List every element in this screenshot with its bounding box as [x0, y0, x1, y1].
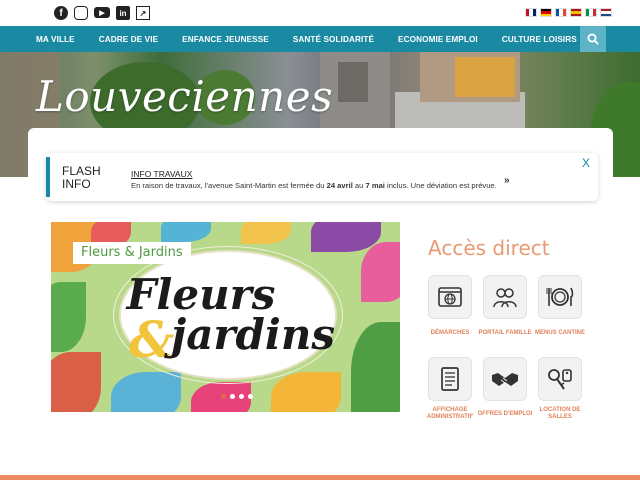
flag-en-icon[interactable]	[525, 8, 537, 17]
flash-text-b: au	[352, 181, 366, 190]
tile-affichage-administratif[interactable]	[428, 357, 472, 401]
flash-info-banner: FLASH INFO INFO TRAVAUX En raison de tra…	[46, 153, 598, 201]
slide-title-amp: &	[129, 310, 175, 369]
acces-direct-title: Accès direct	[428, 236, 550, 260]
top-bar: f ▶ in ↗	[0, 0, 640, 26]
search-icon	[587, 33, 599, 45]
nav-item-ma-ville[interactable]: MA VILLE	[36, 35, 75, 44]
flag-nl-icon[interactable]	[600, 8, 612, 17]
nav-item-sante-solidarite[interactable]: SANTÉ SOLIDARITÉ	[293, 35, 374, 44]
flash-text-c: inclus. Une déviation est prévue.	[384, 181, 497, 190]
facebook-icon[interactable]: f	[54, 6, 68, 20]
main-nav: MA VILLE CADRE DE VIE ENFANCE JEUNESSE S…	[0, 26, 640, 52]
close-icon[interactable]: X	[582, 156, 590, 170]
slider-dot-1[interactable]	[221, 394, 226, 399]
cutlery-plate-icon	[546, 287, 574, 306]
flash-title-line2: INFO	[62, 177, 91, 191]
tile-label-demarches[interactable]: DÉMARCHES	[420, 330, 480, 337]
tile-menus-cantine[interactable]	[538, 275, 582, 319]
social-links: f ▶ in ↗	[54, 6, 150, 20]
nav-item-cadre-de-vie[interactable]: CADRE DE VIE	[99, 35, 158, 44]
flash-title: FLASH INFO	[62, 165, 112, 191]
external-link-icon[interactable]: ↗	[136, 6, 150, 20]
flash-date-end: 7 mai	[365, 181, 385, 190]
document-icon	[441, 367, 459, 391]
tile-location-salles[interactable]	[538, 357, 582, 401]
tile-label-offres-emploi[interactable]: OFFRES D'EMPLOI	[475, 411, 535, 418]
flash-headline-link[interactable]: INFO TRAVAUX	[131, 169, 192, 179]
flash-date-start: 24 avril	[326, 181, 353, 190]
flag-es-icon[interactable]	[570, 8, 582, 17]
flag-it-icon[interactable]	[585, 8, 597, 17]
nav-item-enfance-jeunesse[interactable]: ENFANCE JEUNESSE	[182, 35, 269, 44]
language-flags	[525, 8, 612, 17]
nav-item-economie-emploi[interactable]: ECONOMIE EMPLOI	[398, 35, 478, 44]
youtube-icon[interactable]: ▶	[94, 7, 110, 18]
flash-message: En raison de travaux, l'avenue Saint-Mar…	[131, 181, 497, 190]
slide-tag: Fleurs & Jardins	[73, 242, 191, 264]
handshake-icon	[492, 373, 518, 386]
tile-offres-emploi[interactable]	[483, 357, 527, 401]
slider-dot-3[interactable]	[239, 394, 244, 399]
flash-text-a: En raison de travaux, l'avenue Saint-Mar…	[131, 181, 327, 190]
keys-icon	[548, 369, 572, 390]
slider-dot-4[interactable]	[248, 394, 253, 399]
next-arrow-icon[interactable]: »	[504, 175, 510, 186]
browser-globe-icon	[438, 287, 462, 307]
linkedin-icon[interactable]: in	[116, 6, 130, 20]
tile-label-affichage-administratif[interactable]: AFFICHAGE ADMINISTRATIF	[420, 407, 480, 420]
slide-title-word2: jardins	[171, 310, 336, 359]
nav-item-culture-loisirs[interactable]: CULTURE LOISIRS	[502, 35, 577, 44]
town-logo-text[interactable]: Louveciennes	[36, 72, 333, 121]
flash-accent-bar	[46, 157, 50, 197]
tile-label-menus-cantine[interactable]: MENUS CANTINE	[530, 330, 590, 337]
search-button[interactable]	[580, 26, 606, 52]
slider-dot-2[interactable]	[230, 394, 235, 399]
flag-fr-icon[interactable]	[555, 8, 567, 17]
tile-label-location-salles[interactable]: LOCATION DE SALLES	[530, 407, 590, 420]
flag-de-icon[interactable]	[540, 8, 552, 17]
news-slider[interactable]: Fleurs & Jardins Fleurs & jardins	[51, 222, 400, 412]
tile-label-portail-famille[interactable]: PORTAIL FAMILLE	[475, 330, 535, 337]
tile-portail-famille[interactable]	[483, 275, 527, 319]
slider-dots	[221, 394, 253, 399]
instagram-icon[interactable]	[74, 6, 88, 20]
family-icon	[493, 288, 517, 308]
tile-demarches[interactable]	[428, 275, 472, 319]
footer-strip	[0, 475, 640, 480]
